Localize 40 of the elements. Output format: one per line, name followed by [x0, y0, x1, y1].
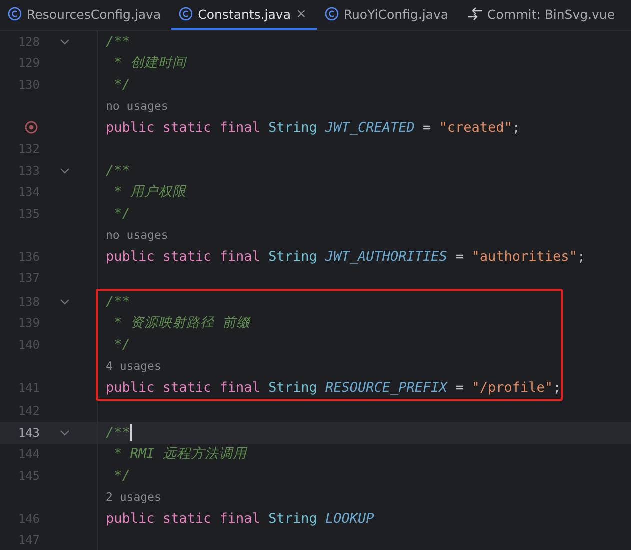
usages-hint[interactable]: no usages	[106, 228, 168, 242]
code-text: * 创建时间	[113, 54, 186, 72]
class-icon	[179, 7, 194, 21]
editor-tab[interactable]: ResourcesConfig.java	[0, 0, 172, 30]
fold-chevron-icon[interactable]	[60, 298, 70, 305]
tab-label: RuoYiConfig.java	[344, 6, 449, 22]
code-text: * RMI 远程方法调用	[113, 445, 247, 464]
code-text: /**	[106, 34, 130, 50]
tab-label: Constants.java	[198, 6, 291, 22]
usages-hint[interactable]: 4 usages	[106, 359, 162, 374]
editor-tab[interactable]: Constants.java ×	[171, 0, 317, 30]
code-text: public static final String JWT_CREATED = "created";	[106, 120, 521, 136]
class-icon	[324, 7, 339, 21]
editor-tab[interactable]: Commit: BinSvg.vue	[458, 0, 626, 30]
code-text: public static final String RESOURCE_PREFIX = "/profile";	[106, 380, 562, 396]
editor-tab[interactable]: RuoYiConfig.java	[316, 0, 459, 30]
eye-icon[interactable]	[25, 121, 38, 134]
compare-arrows-icon	[466, 7, 483, 21]
line-number: 143	[18, 426, 40, 440]
code-text: /**	[106, 294, 130, 310]
code-text: /**	[106, 162, 130, 179]
code-text: * 资源映射路径 前缀	[113, 314, 251, 332]
close-icon[interactable]: ×	[296, 6, 307, 22]
fold-chevron-icon[interactable]	[60, 168, 70, 174]
fold-chevron-icon[interactable]	[60, 38, 70, 45]
code-text: */	[113, 76, 130, 93]
tab-label: Commit: BinSvg.vue	[488, 6, 616, 22]
code-text: public static final String LOOKUP	[106, 510, 374, 527]
fold-chevron-icon[interactable]	[60, 430, 70, 436]
code-text: */	[113, 468, 130, 484]
tab-label: ResourcesConfig.java	[27, 6, 162, 22]
usages-hint[interactable]: no usages	[106, 99, 168, 114]
code-text: */	[113, 336, 130, 353]
code-text: public static final String JWT_AUTHORITIES = "authorities";	[106, 248, 586, 265]
class-icon	[8, 7, 22, 21]
usages-hint[interactable]: 2 usages	[106, 490, 162, 504]
text-cursor	[130, 424, 132, 442]
code-text: /**	[106, 424, 130, 441]
code-text: * 用户权限	[113, 183, 186, 202]
code-text: */	[113, 206, 130, 222]
